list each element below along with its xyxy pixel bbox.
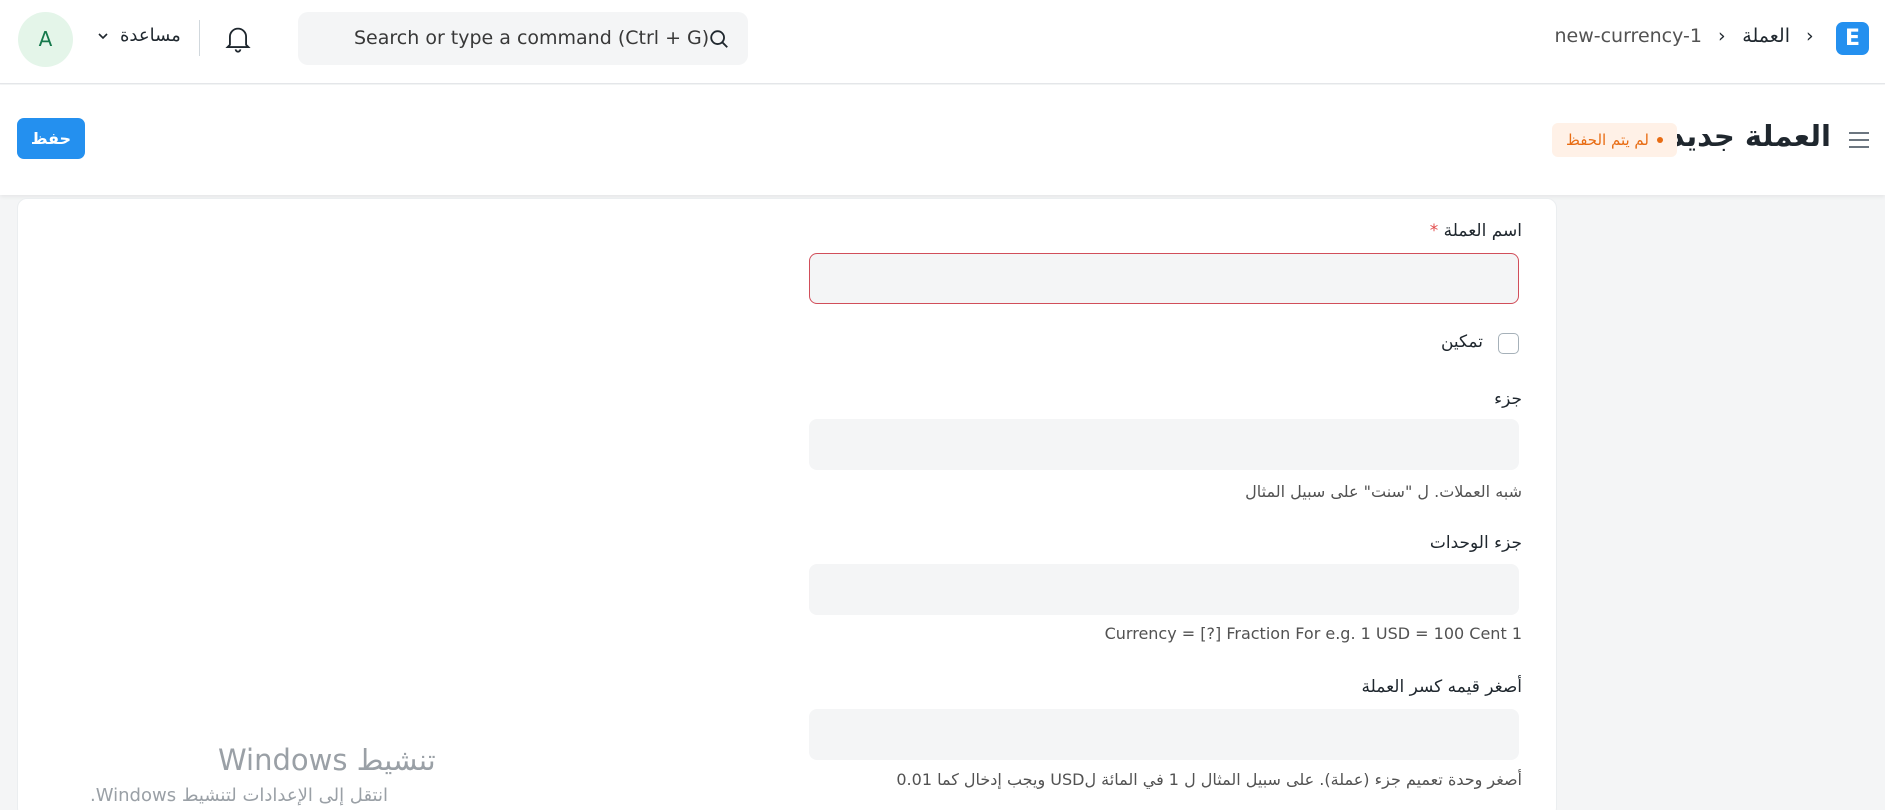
navbar-divider [199, 20, 200, 56]
save-button[interactable]: حفظ [17, 118, 85, 159]
currency-name-input[interactable] [809, 253, 1519, 304]
currency-name-label-text: اسم العملة [1443, 221, 1522, 241]
currency-name-label: اسم العملة * [1430, 221, 1522, 241]
fraction-units-label: جزء الوحدات [1429, 533, 1522, 553]
fraction-input[interactable] [809, 419, 1519, 470]
smallest-fraction-label: أصغر قيمه كسر العملة [1361, 677, 1522, 697]
enabled-label: تمكين [1440, 332, 1483, 352]
fraction-units-description: 1 Currency = [?] Fraction For e.g. 1 USD… [1104, 624, 1522, 643]
windows-watermark-subtitle: انتقل إلى الإعدادات لتنشيط Windows. [90, 785, 388, 806]
page-title: العملة جديد [1669, 119, 1831, 153]
chevron-down-icon [98, 32, 108, 39]
hamburger-menu-icon[interactable] [1847, 130, 1871, 150]
breadcrumb-currency[interactable]: العملة [1742, 25, 1790, 47]
search-input[interactable]: Search or type a command (Ctrl + G) [354, 27, 709, 49]
notification-bell-icon[interactable] [224, 24, 252, 54]
search-bar[interactable]: Search or type a command (Ctrl + G) [298, 12, 748, 65]
smallest-fraction-description: أصغر وحدة تعميم جزء (عملة). على سبيل الم… [896, 770, 1522, 789]
breadcrumb-separator-icon: › [1806, 25, 1814, 47]
page-head: العملة جديد لم يتم الحفظ حفظ [0, 85, 1885, 195]
status-text: لم يتم الحفظ [1565, 131, 1649, 149]
search-icon [710, 30, 728, 48]
status-badge: لم يتم الحفظ [1551, 123, 1677, 157]
fraction-label: جزء [1494, 389, 1522, 409]
fraction-description: شبه العملات. ل "سنت" على سبيل المثال [1245, 482, 1522, 501]
windows-watermark-title: تنشيط Windows [218, 743, 436, 777]
help-label: مساعدة [120, 25, 181, 46]
required-mark: * [1429, 221, 1439, 241]
navbar: E › العملة › new-currency-1 Search or ty… [0, 0, 1885, 84]
avatar[interactable]: A [18, 12, 73, 67]
breadcrumb-separator-icon: › [1718, 25, 1726, 47]
breadcrumb-current[interactable]: new-currency-1 [1554, 25, 1702, 47]
smallest-fraction-input[interactable] [809, 709, 1519, 760]
fraction-units-input[interactable] [809, 564, 1519, 615]
enabled-checkbox[interactable] [1498, 333, 1519, 354]
help-dropdown[interactable]: مساعدة [96, 25, 181, 46]
app-logo[interactable]: E [1836, 22, 1869, 55]
status-dot-icon [1657, 137, 1663, 143]
